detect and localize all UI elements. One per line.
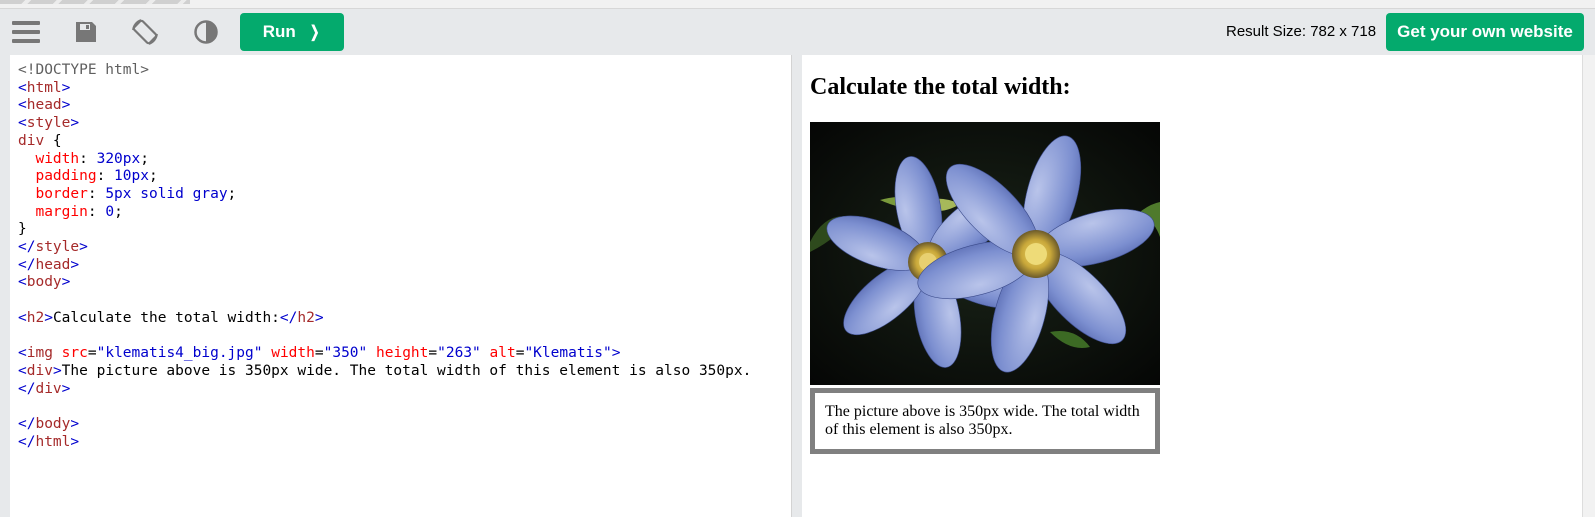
toolbar: Run ❯ Result Size: 782 x 718 Get your ow…	[0, 9, 1595, 55]
code-line: <!DOCTYPE html>	[18, 62, 149, 78]
result-pane: Calculate the total width: The picture a…	[802, 55, 1582, 517]
code-line: padding: 10px;	[35, 168, 158, 185]
run-button-label: Run	[262, 22, 296, 41]
code-line: </div>	[18, 380, 71, 397]
code-line: <html>	[18, 79, 71, 96]
klematis-image	[810, 122, 1160, 385]
code-line: width: 320px;	[35, 150, 149, 167]
code-line: </html>	[18, 433, 80, 450]
browser-tab-strip	[0, 0, 1595, 9]
code-line: div {	[18, 132, 62, 149]
code-line: }	[18, 221, 27, 238]
result-scrollbar[interactable]	[1582, 55, 1595, 517]
tab-decoration	[0, 0, 190, 4]
chevron-right-icon: ❯	[309, 24, 320, 41]
code-line: border: 5px solid gray;	[35, 185, 237, 202]
result-heading: Calculate the total width:	[810, 74, 1071, 100]
run-button[interactable]: Run ❯	[240, 13, 344, 51]
save-icon[interactable]	[69, 15, 103, 49]
code-line: <div>The picture above is 350px wide. Th…	[18, 362, 752, 379]
code-line: <head>	[18, 97, 71, 114]
code-line: <body>	[18, 274, 71, 291]
get-your-own-website-button[interactable]: Get your own website	[1386, 13, 1584, 51]
pane-resize-handle[interactable]	[791, 55, 802, 517]
code-content[interactable]: <!DOCTYPE html> <html> <head> <style> di…	[10, 55, 791, 451]
result-size-label: Result Size: 782 x 718	[1226, 23, 1377, 40]
code-editor[interactable]: <!DOCTYPE html> <html> <head> <style> di…	[10, 55, 791, 517]
rotate-icon[interactable]	[128, 15, 162, 49]
code-line: </head>	[18, 256, 80, 273]
code-line: </body>	[18, 416, 80, 433]
code-line: <img src="klematis4_big.jpg" width="350"…	[18, 345, 621, 362]
code-line: margin: 0;	[35, 203, 123, 220]
code-line: <style>	[18, 115, 80, 132]
code-line: </style>	[18, 239, 88, 256]
menu-icon[interactable]	[9, 15, 43, 49]
result-width-box: The picture above is 350px wide. The tot…	[810, 388, 1160, 454]
contrast-icon[interactable]	[189, 15, 223, 49]
code-line: <h2>Calculate the total width:</h2>	[18, 309, 324, 326]
